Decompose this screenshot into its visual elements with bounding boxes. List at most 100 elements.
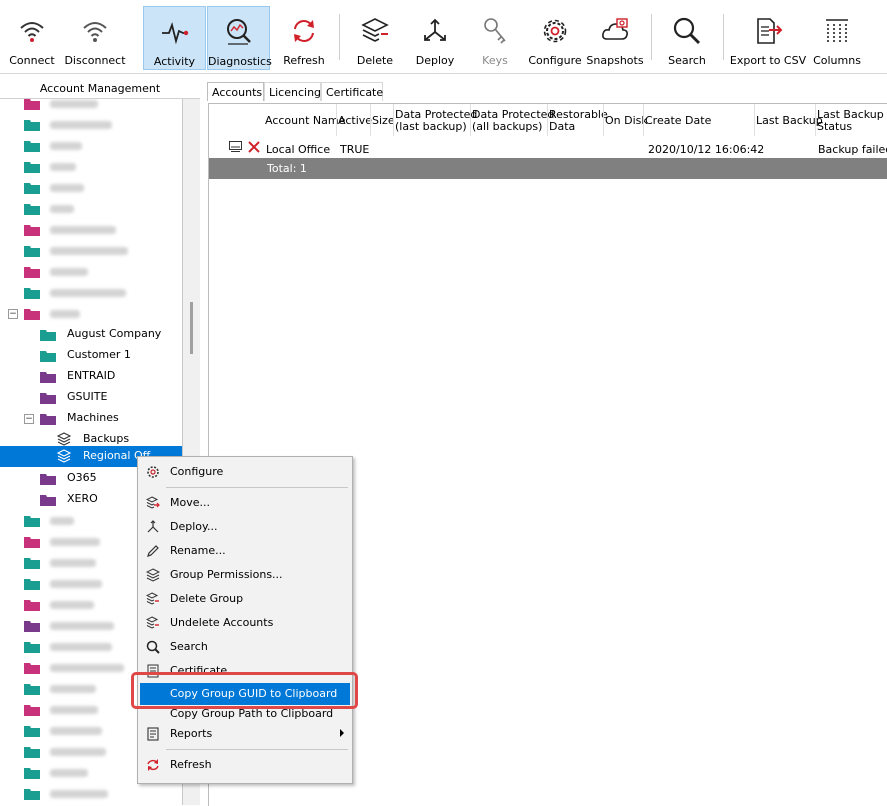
tree-item-blurred[interactable]: [0, 135, 182, 156]
refresh-button[interactable]: Refresh: [273, 6, 335, 70]
tree-item-entraid[interactable]: ENTRAID: [0, 366, 182, 387]
folder-icon: [40, 414, 56, 425]
tree-item-blurred[interactable]: [0, 282, 182, 303]
folder-icon: [40, 393, 56, 404]
menu-separator: [166, 487, 348, 488]
account-management-header: Account Management: [0, 80, 200, 99]
folder-icon: [24, 747, 40, 758]
tab-licencing[interactable]: Licencing: [264, 82, 321, 101]
folder-icon: [24, 705, 40, 716]
collapse-toggle[interactable]: −: [8, 309, 18, 319]
tree-item-blurred[interactable]: [0, 198, 182, 219]
blurred-label: [50, 601, 94, 609]
column-separator[interactable]: [370, 104, 371, 136]
context-menu: Configure Move... Deploy... Rename... Gr…: [137, 456, 353, 784]
menu-item-reports[interactable]: Reports: [140, 723, 350, 745]
col-account-name[interactable]: Account Name: [265, 115, 345, 127]
tree-item-blurred[interactable]: [0, 219, 182, 240]
delete-button[interactable]: Delete: [345, 6, 405, 70]
deploy-icon: [147, 520, 159, 533]
refresh-icon: [294, 20, 314, 42]
columns-button[interactable]: Columns: [808, 6, 866, 70]
disconnect-button[interactable]: Disconnect: [64, 6, 126, 70]
col-restorable-data[interactable]: Restorable Data: [549, 109, 608, 133]
folder-icon: [24, 726, 40, 737]
tree-item-blurred[interactable]: [0, 783, 182, 804]
configure-button[interactable]: Configure: [526, 6, 584, 70]
tree-item-machines[interactable]: − Machines: [0, 408, 182, 429]
diagnostics-button[interactable]: Diagnostics: [207, 6, 272, 70]
folder-icon: [24, 663, 40, 674]
column-separator[interactable]: [603, 104, 604, 136]
col-size[interactable]: Size: [372, 115, 395, 127]
blurred-label: [50, 184, 84, 192]
blurred-label: [50, 163, 76, 171]
keys-button[interactable]: Keys: [466, 6, 524, 70]
col-on-disk[interactable]: On Disk: [605, 115, 648, 127]
tree-item-blurred[interactable]: [0, 177, 182, 198]
tree-item-blurred[interactable]: [0, 240, 182, 261]
deploy-button[interactable]: Deploy: [406, 6, 464, 70]
tree-item-gsuite[interactable]: GSUITE: [0, 387, 182, 408]
menu-item-delete-group[interactable]: Delete Group: [140, 588, 350, 610]
tree-item-blurred[interactable]: [0, 261, 182, 282]
blurred-label: [50, 643, 112, 651]
menu-item-group-permissions[interactable]: Group Permissions...: [140, 564, 350, 586]
menu-item-configure[interactable]: Configure: [140, 461, 350, 483]
collapse-toggle[interactable]: −: [24, 414, 34, 424]
tree-scrollbar-thumb[interactable]: [190, 302, 193, 354]
menu-item-deploy[interactable]: Deploy...: [140, 516, 350, 538]
column-separator[interactable]: [336, 104, 337, 136]
column-separator[interactable]: [547, 104, 548, 136]
blurred-label: [50, 538, 100, 546]
tree-item-customer-1[interactable]: Customer 1: [0, 345, 182, 366]
col-data-protected-last[interactable]: Data Protected (last backup): [395, 109, 477, 133]
toolbar-separator: [723, 14, 724, 60]
column-separator[interactable]: [754, 104, 755, 136]
blurred-label: [50, 790, 108, 798]
search-button[interactable]: Search: [657, 6, 717, 70]
tree-item-august-company[interactable]: August Company: [0, 324, 182, 345]
column-separator[interactable]: [815, 104, 816, 136]
col-data-protected-all[interactable]: Data Protected (all backups): [472, 109, 554, 133]
col-active[interactable]: Active: [338, 115, 372, 127]
column-separator[interactable]: [393, 104, 394, 136]
undelete-layers-icon: [146, 616, 159, 629]
blurred-label: [50, 685, 96, 693]
layers-icon: [57, 449, 71, 463]
tree-item-blurred[interactable]: [0, 99, 182, 114]
export-csv-button[interactable]: Export to CSV: [729, 6, 807, 70]
folder-icon: [24, 204, 40, 215]
menu-separator: [166, 749, 348, 750]
blurred-label: [50, 310, 80, 318]
cell-active: TRUE: [340, 143, 370, 156]
connect-button[interactable]: Connect: [2, 6, 62, 70]
blurred-label: [50, 100, 98, 108]
tree-item-blurred[interactable]: [0, 114, 182, 135]
menu-item-undelete-accounts[interactable]: Undelete Accounts: [140, 612, 350, 634]
tab-certificate[interactable]: Certificate: [321, 82, 383, 101]
blurred-label: [50, 727, 102, 735]
col-last-backup[interactable]: Last Backup: [756, 115, 823, 127]
menu-item-move[interactable]: Move...: [140, 492, 350, 514]
pencil-icon: [147, 545, 159, 557]
folder-icon: [24, 162, 40, 173]
menu-item-refresh[interactable]: Refresh: [140, 754, 350, 776]
tree-item-blurred[interactable]: [0, 156, 182, 177]
export-document-icon: [757, 18, 783, 44]
column-separator[interactable]: [643, 104, 644, 136]
cell-last-backup-status: Backup failed t: [818, 143, 887, 156]
folder-icon: [24, 267, 40, 278]
tab-accounts[interactable]: Accounts: [207, 82, 264, 101]
folder-icon: [24, 579, 40, 590]
column-separator[interactable]: [470, 104, 471, 136]
snapshots-button[interactable]: Snapshots: [585, 6, 645, 70]
tree-item-expanded-parent[interactable]: −: [0, 303, 182, 324]
menu-item-search[interactable]: Search: [140, 636, 350, 658]
col-create-date[interactable]: Create Date: [645, 115, 711, 127]
col-last-backup-status[interactable]: Last Backup Status: [817, 109, 884, 133]
delete-layers-icon: [146, 592, 159, 605]
permissions-layers-icon: [146, 568, 160, 582]
menu-item-rename[interactable]: Rename...: [140, 540, 350, 562]
activity-button[interactable]: Activity: [143, 6, 206, 70]
